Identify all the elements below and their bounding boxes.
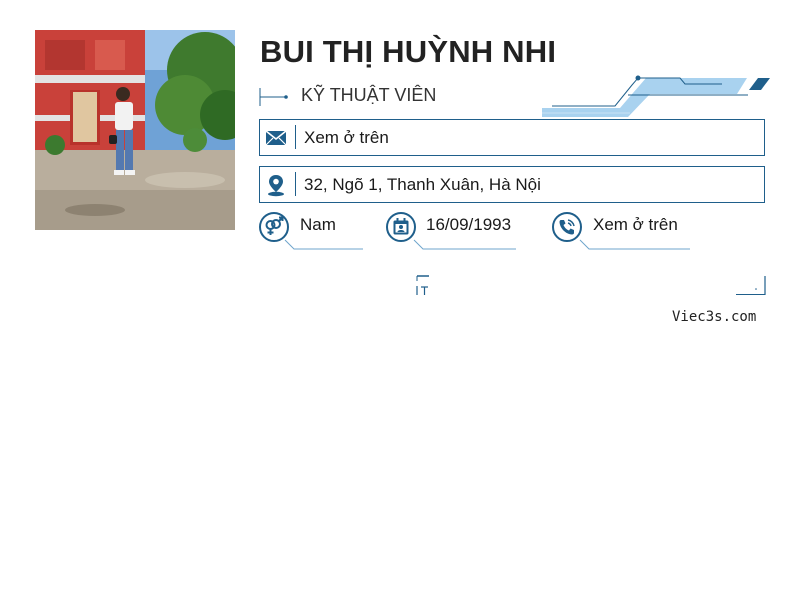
site-footer: Viec3s.com <box>672 309 757 325</box>
gender-value: Nam <box>300 215 336 234</box>
role-line-icon <box>259 88 288 106</box>
candidate-name: BUI THỊ HUỲNH NHI <box>260 34 557 69</box>
birthday-value: 16/09/1993 <box>426 215 512 234</box>
section-fragment-icon <box>736 276 766 295</box>
section-fragment-icon <box>416 275 429 295</box>
field-separator <box>295 172 296 196</box>
phone-underline <box>579 239 690 250</box>
birthday-underline <box>413 239 516 250</box>
gender-info: Nam <box>258 211 368 253</box>
circuit-decoration <box>542 75 770 117</box>
field-separator <box>295 125 296 149</box>
map-pin-icon <box>268 175 284 197</box>
email-value: Xem ở trên <box>304 128 389 147</box>
envelope-icon <box>265 130 287 146</box>
address-field: 32, Ngõ 1, Thanh Xuân, Hà Nội <box>259 166 765 203</box>
profile-photo <box>35 30 235 230</box>
phone-info: Xem ở trên <box>551 211 693 253</box>
gender-underline <box>284 239 363 250</box>
phone-value: Xem ở trên <box>593 215 678 234</box>
address-value: 32, Ngõ 1, Thanh Xuân, Hà Nội <box>304 175 541 194</box>
role-title: KỸ THUẬT VIÊN <box>301 85 437 105</box>
email-field: Xem ở trên <box>259 119 765 156</box>
birthday-info: 16/09/1993 <box>385 211 520 253</box>
